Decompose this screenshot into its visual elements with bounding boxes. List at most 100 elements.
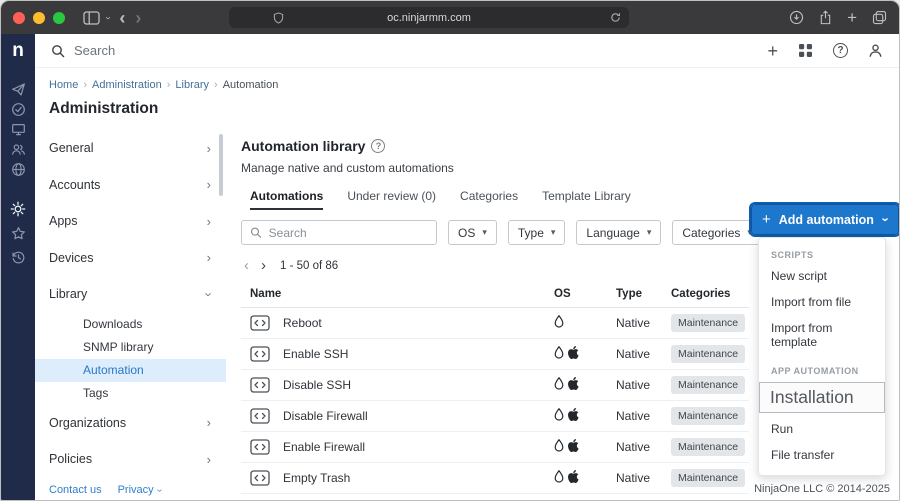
menu-item-new-script[interactable]: New script [759,263,885,289]
column-categories: Categories [671,288,749,300]
categories-filter-dropdown[interactable]: Categories ▾ [672,220,762,245]
table-row[interactable]: Enable Firewall Native Maintenance [241,432,749,463]
section-title: Automation library [241,138,365,154]
table-header: Name OS Type Categories [241,281,749,308]
caret-down-icon: ▾ [482,227,487,238]
script-icon [250,315,270,331]
menu-item-import-from-template[interactable]: Import from template [759,315,885,355]
contact-us-link[interactable]: Contact us [49,484,102,496]
sidebar-item-apps[interactable]: Apps › [35,203,226,240]
settings-gear-icon[interactable] [10,201,26,217]
tasks-check-icon[interactable] [11,102,26,117]
user-profile-icon[interactable] [868,43,883,58]
privacy-link[interactable]: Privacy › [118,484,161,496]
shield-icon [273,12,284,24]
automation-type: Native [616,378,671,392]
new-tab-icon[interactable]: + [847,9,857,26]
sidebar-item-label: General [49,141,93,155]
zoom-button[interactable] [53,12,65,24]
prev-page-button[interactable]: ‹ [244,258,249,273]
sidebar-item-tags[interactable]: Tags [35,382,226,405]
sidebar-toggle-icon[interactable] [83,11,100,25]
page-title: Administration [35,91,899,118]
sidebar-item-general[interactable]: General › [35,130,226,167]
devices-icon[interactable] [11,122,26,137]
downloads-icon[interactable] [789,10,804,25]
chrome-actions: + [789,9,887,26]
ninjaone-logo[interactable]: n [1,34,35,68]
back-button[interactable]: ‹ [119,9,125,27]
breadcrumb-home[interactable]: Home [49,79,78,91]
help-icon[interactable]: ? [833,43,848,58]
automation-type: Native [616,347,671,361]
column-name: Name [241,288,554,300]
automation-name: Disable Firewall [283,409,368,423]
chevron-right-icon: › [207,452,211,467]
sidebar-item-snmp-library[interactable]: SNMP library [35,336,226,359]
url-bar[interactable]: oc.ninjarmm.com [229,7,629,28]
chevron-right-icon: › [207,177,211,192]
search-icon [51,44,65,58]
menu-item-run[interactable]: Run [759,416,885,442]
apple-icon [568,408,579,424]
global-search[interactable]: Search [51,43,115,58]
header-actions: + ? [767,42,883,60]
history-icon[interactable] [11,250,26,265]
language-filter-dropdown[interactable]: Language ▾ [576,220,661,245]
automation-name: Reboot [283,316,322,330]
os-filter-dropdown[interactable]: OS ▾ [448,220,497,245]
menu-item-import-from-file[interactable]: Import from file [759,289,885,315]
add-automation-button[interactable]: + Add automation › [751,204,899,235]
nav-rail: n [1,34,35,500]
breadcrumb-library[interactable]: Library [175,79,209,91]
apps-grid-icon[interactable] [798,43,813,58]
sidebar-item-devices[interactable]: Devices › [35,240,226,277]
reload-icon[interactable] [610,12,621,23]
tab-template-library[interactable]: Template Library [542,189,631,210]
menu-item-file-transfer[interactable]: File transfer [759,442,885,468]
next-page-button[interactable]: › [261,258,266,273]
category-badge: Maintenance [671,376,745,394]
tabs-overview-icon[interactable] [872,10,887,25]
sidebar-item-downloads[interactable]: Downloads [35,313,226,336]
column-type: Type [616,288,671,300]
tab-automations[interactable]: Automations [250,189,323,210]
chevron-down-icon: › [201,292,216,296]
categories-filter-label: Categories [682,226,740,240]
users-icon[interactable] [11,142,26,157]
chevron-down-icon[interactable]: › [103,16,113,19]
table-row[interactable]: Reboot Native Maintenance [241,308,749,339]
table-row[interactable]: Empty Trash Native Maintenance [241,463,749,494]
table-row[interactable]: Disable Firewall Native Maintenance [241,401,749,432]
breadcrumb: Home › Administration › Library › Automa… [35,68,899,91]
sidebar-item-policies[interactable]: Policies › [35,441,226,478]
copyright-text: NinjaOne LLC © 2014-2025 [754,483,890,495]
sidebar-item-automation[interactable]: Automation [35,359,226,382]
library-search-input[interactable] [269,226,428,240]
sidebar-item-label: Policies [49,452,92,466]
info-icon[interactable]: ? [371,139,385,153]
sidebar-scrollbar[interactable] [219,134,223,196]
menu-section-app-automation: APP AUTOMATION [759,360,885,379]
network-globe-icon[interactable] [11,162,26,177]
favorites-star-icon[interactable] [11,226,26,241]
table-row[interactable]: Enable SSH Native Maintenance [241,339,749,370]
pagination-range: 1 - 50 of 86 [280,260,338,272]
minimize-button[interactable] [33,12,45,24]
sidebar-item-library[interactable]: Library › [35,276,226,313]
close-button[interactable] [13,12,25,24]
menu-item-installation[interactable]: Installation [759,382,885,413]
breadcrumb-administration[interactable]: Administration [92,79,162,91]
sidebar-item-organizations[interactable]: Organizations › [35,405,226,442]
send-icon[interactable] [11,82,26,97]
quick-add-icon[interactable]: + [767,42,778,60]
tab-categories[interactable]: Categories [460,189,518,210]
sidebar-item-accounts[interactable]: Accounts › [35,167,226,204]
apple-icon [568,377,579,393]
type-filter-dropdown[interactable]: Type ▾ [508,220,566,245]
share-icon[interactable] [819,10,832,25]
rail-top-group [11,82,26,177]
forward-button[interactable]: › [135,9,141,27]
table-row[interactable]: Disable SSH Native Maintenance [241,370,749,401]
tab-under-review[interactable]: Under review (0) [347,189,436,210]
